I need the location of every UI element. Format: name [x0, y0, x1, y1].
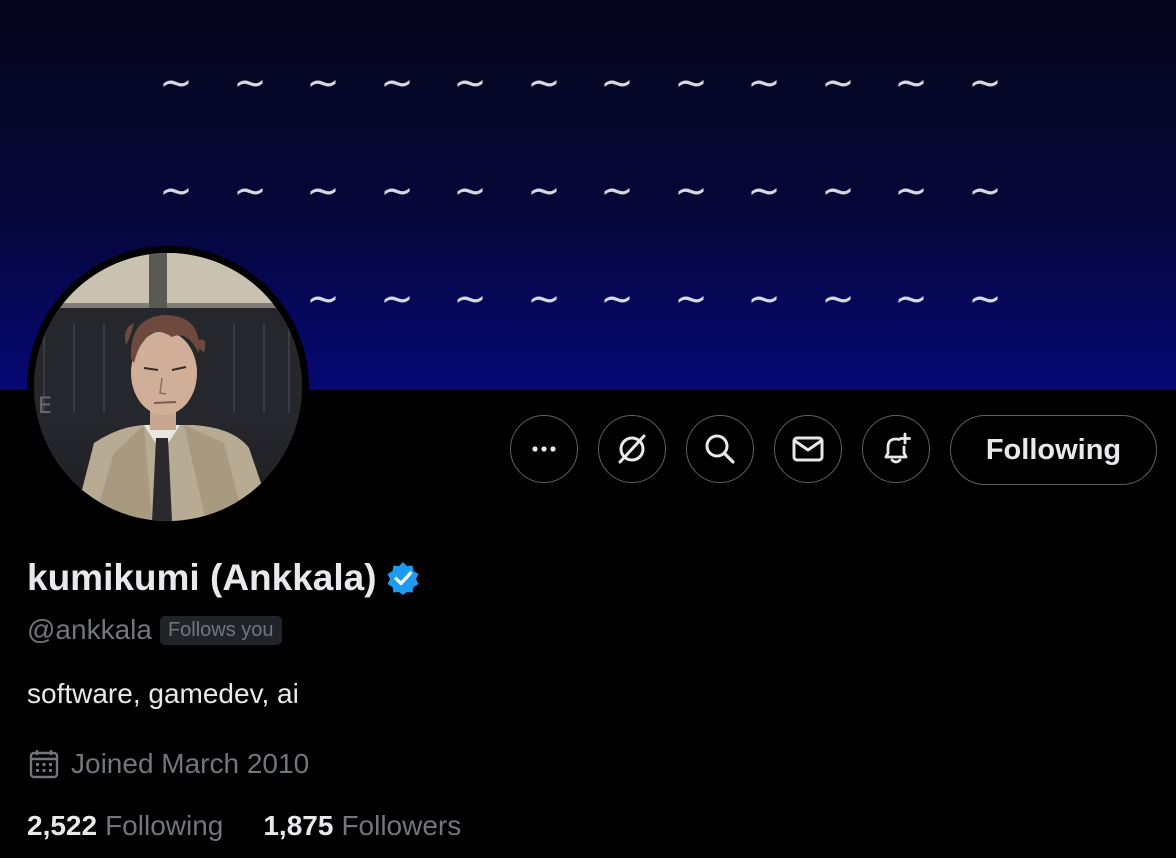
- banner-tilde: ~: [527, 168, 561, 214]
- banner-tilde: ~: [306, 168, 340, 214]
- profile-handle: @ankkala: [27, 614, 152, 645]
- banner-tilde: ~: [674, 276, 708, 322]
- more-horizontal-icon: [532, 446, 556, 452]
- banner-tilde: ~: [453, 60, 487, 106]
- banner-tilde: ~: [159, 168, 193, 214]
- bell-plus-icon: [884, 432, 911, 464]
- banner-tilde: ~: [747, 276, 781, 322]
- search-icon: [705, 434, 735, 464]
- banner-tilde: ~: [380, 276, 414, 322]
- banner-tilde: ~: [159, 60, 193, 106]
- banner-tilde: ~: [600, 276, 634, 322]
- banner-tilde: ~: [674, 168, 708, 214]
- banner-tilde: ~: [600, 60, 634, 106]
- avatar-image: E: [34, 253, 302, 521]
- banner-tilde: ~: [674, 60, 708, 106]
- followers-label: Followers: [341, 810, 462, 841]
- more-button[interactable]: [510, 415, 578, 483]
- followers-stat-link[interactable]: 1,875 Followers: [263, 810, 461, 842]
- banner-tilde: ~: [527, 60, 561, 106]
- following-count: 2,522: [27, 810, 98, 841]
- calendar-icon: [29, 750, 59, 779]
- grok-button[interactable]: [598, 415, 666, 483]
- banner-tilde: ~: [233, 60, 267, 106]
- profile-name-row: kumikumi (Ankkala): [27, 557, 421, 599]
- banner-tilde: ~: [821, 60, 855, 106]
- banner-tilde: ~: [453, 168, 487, 214]
- joined-date-row: Joined March 2010: [27, 747, 309, 781]
- banner-tilde: ~: [380, 168, 414, 214]
- verified-badge-icon[interactable]: [385, 560, 421, 596]
- follow-stats: 2,522 Following 1,875 Followers: [27, 810, 461, 842]
- display-name: kumikumi (Ankkala): [27, 557, 377, 598]
- search-button[interactable]: [686, 415, 754, 483]
- banner-tilde: ~: [968, 168, 1002, 214]
- banner-tilde: ~: [747, 60, 781, 106]
- following-button[interactable]: Following: [950, 415, 1157, 485]
- following-stat-link[interactable]: 2,522 Following: [27, 810, 223, 842]
- handle-row: @ankkala Follows you: [27, 614, 282, 646]
- follows-you-badge: Follows you: [159, 615, 282, 645]
- joined-date: Joined March 2010: [71, 748, 310, 779]
- svg-text:E: E: [38, 394, 52, 419]
- banner-tilde-row-1: ~ ~ ~ ~ ~ ~ ~ ~ ~ ~ ~ ~: [0, 63, 1176, 103]
- banner-tilde: ~: [747, 168, 781, 214]
- banner-tilde: ~: [894, 276, 928, 322]
- notify-button[interactable]: [862, 415, 930, 483]
- banner-tilde: ~: [600, 168, 634, 214]
- message-button[interactable]: [774, 415, 842, 483]
- banner-tilde: ~: [306, 60, 340, 106]
- profile-bio: software, gamedev, ai: [27, 678, 299, 709]
- banner-tilde: ~: [894, 168, 928, 214]
- banner-tilde-row-2: ~ ~ ~ ~ ~ ~ ~ ~ ~ ~ ~ ~: [0, 171, 1176, 211]
- banner-tilde: ~: [968, 276, 1002, 322]
- banner-tilde: ~: [968, 60, 1002, 106]
- banner-tilde: ~: [821, 168, 855, 214]
- profile-avatar[interactable]: E: [27, 246, 309, 528]
- following-label: Following: [105, 810, 224, 841]
- banner-tilde: ~: [380, 60, 414, 106]
- banner-tilde: ~: [527, 276, 561, 322]
- banner-tilde: ~: [233, 168, 267, 214]
- banner-tilde: ~: [306, 276, 340, 322]
- followers-count: 1,875: [263, 810, 334, 841]
- banner-tilde: ~: [894, 60, 928, 106]
- envelope-icon: [792, 436, 824, 462]
- banner-tilde: ~: [453, 276, 487, 322]
- banner-tilde: ~: [821, 276, 855, 322]
- grok-slash-icon: [618, 434, 646, 464]
